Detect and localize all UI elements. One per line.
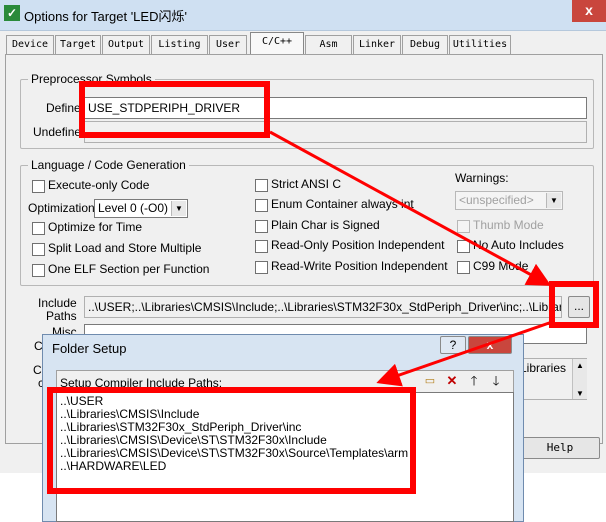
arrow-browse-to-paths bbox=[376, 320, 553, 387]
arrow-define-to-browse bbox=[269, 130, 552, 286]
annotation-arrows bbox=[269, 130, 553, 387]
